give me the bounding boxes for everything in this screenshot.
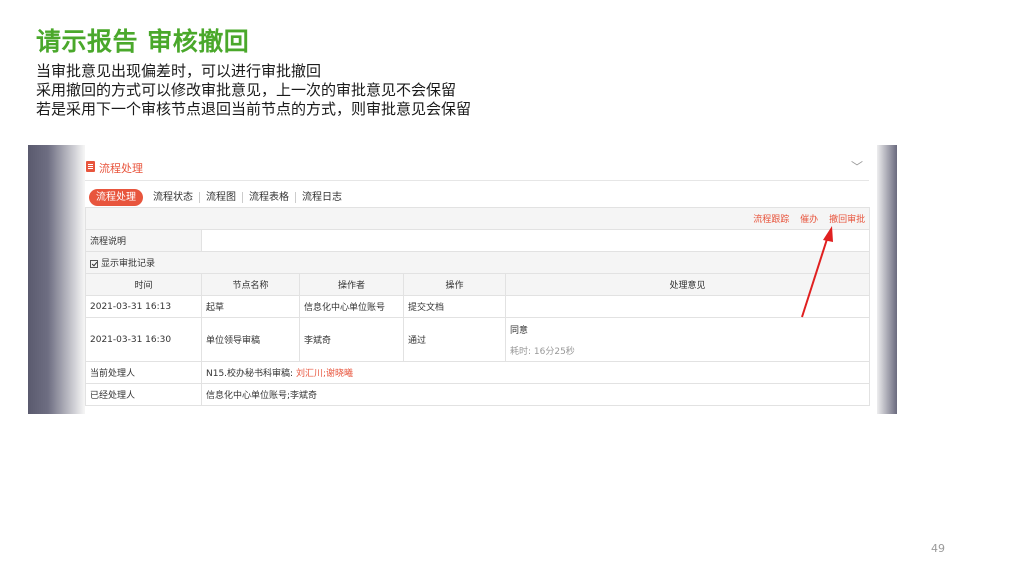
page-number: 49: [931, 542, 945, 555]
pointer-arrow: [801, 226, 833, 318]
slide: 请示报告 审核撤回 当审批意见出现偏差时，可以进行审批撤回 采用撤回的方式可以修…: [0, 0, 1024, 576]
